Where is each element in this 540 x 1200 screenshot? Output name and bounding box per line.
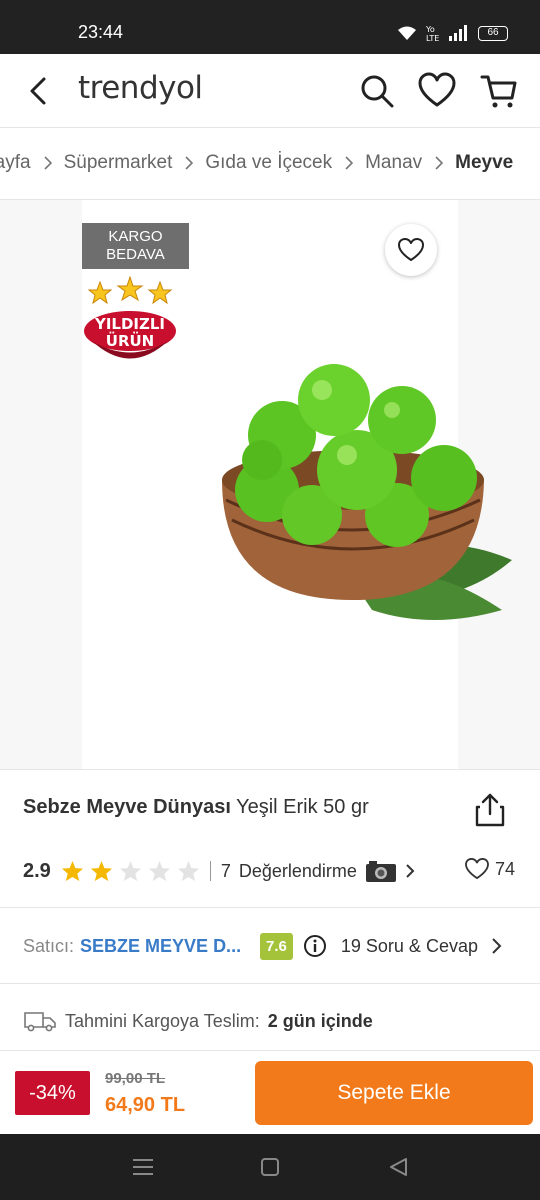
back-arrow-icon[interactable] xyxy=(22,74,56,108)
breadcrumb-item-manav[interactable]: Manav xyxy=(365,152,422,174)
add-to-favorites-button[interactable] xyxy=(385,224,437,276)
chevron-right-icon xyxy=(406,864,415,878)
breadcrumb: Sayfa Süpermarket Gıda ve İçecek Manav M… xyxy=(0,128,540,200)
divider xyxy=(0,907,540,908)
info-icon[interactable] xyxy=(303,934,327,958)
star-empty-icon xyxy=(119,860,141,882)
seller-score-badge: 7.6 xyxy=(260,932,293,960)
trendyol-logo[interactable]: trendyol xyxy=(78,70,203,106)
wifi-icon xyxy=(398,26,416,40)
divider xyxy=(209,861,211,881)
starred-product-badge: YILDIZLI ÜRÜN xyxy=(84,276,176,359)
breadcrumb-item-supermarket[interactable]: Süpermarket xyxy=(64,152,173,174)
breadcrumb-item-meyve[interactable]: Meyve xyxy=(455,152,513,174)
star-filled-icon xyxy=(61,860,83,882)
chevron-right-icon xyxy=(435,156,444,170)
status-icons: Yo LTE 66 xyxy=(396,24,508,42)
heart-outline-icon xyxy=(465,858,489,880)
status-time: 23:44 xyxy=(78,22,124,42)
menu-icon[interactable] xyxy=(130,1154,156,1180)
review-label: Değerlendirme xyxy=(238,860,357,881)
delivery-row: Tahmini Kargoya Teslim: 2 gün içinde xyxy=(23,1006,523,1036)
questions-answers-link[interactable]: 19 Soru & Cevap xyxy=(341,936,478,957)
cart-icon[interactable] xyxy=(480,72,518,110)
favorite-count[interactable]: 74 xyxy=(465,858,515,880)
old-price: 99,00 TL xyxy=(105,1070,166,1087)
svg-text:LTE: LTE xyxy=(426,34,439,42)
seller-label: Satıcı: xyxy=(23,935,75,956)
favorite-count-value: 74 xyxy=(495,858,516,879)
favorites-heart-icon[interactable] xyxy=(418,72,456,110)
free-shipping-badge: KARGO BEDAVA xyxy=(82,223,189,269)
discount-badge: -34% xyxy=(15,1071,90,1115)
svg-text:Yo: Yo xyxy=(426,25,435,34)
breadcrumb-item-home[interactable]: Sayfa xyxy=(0,152,31,174)
rating-stars xyxy=(61,860,200,882)
heart-icon xyxy=(398,238,424,261)
search-icon[interactable] xyxy=(358,72,396,110)
divider xyxy=(0,983,540,984)
rating-row[interactable]: 2.9 7 Değerlendirme xyxy=(23,854,523,888)
app-bar: trendyol xyxy=(0,54,540,128)
breadcrumb-item-food[interactable]: Gıda ve İçecek xyxy=(205,152,332,174)
star-empty-icon xyxy=(177,860,199,882)
svg-text:ÜRÜN: ÜRÜN xyxy=(106,331,154,350)
seller-name[interactable]: SEBZE MEYVE D... xyxy=(80,936,250,957)
product-gallery[interactable]: KARGO BEDAVA YILDIZLI ÜRÜN xyxy=(0,200,540,770)
star-filled-icon xyxy=(90,860,112,882)
chevron-right-icon xyxy=(345,156,354,170)
truck-icon xyxy=(24,1012,56,1032)
system-nav-bar xyxy=(0,1134,540,1200)
add-to-cart-button[interactable]: Sepete Ekle xyxy=(255,1061,533,1125)
product-brand[interactable]: Sebze Meyve Dünyası xyxy=(23,796,231,818)
current-price: 64,90 TL xyxy=(105,1094,186,1116)
camera-icon xyxy=(365,861,396,882)
home-icon[interactable] xyxy=(257,1154,283,1180)
free-shipping-line2: BEDAVA xyxy=(106,246,165,263)
back-icon[interactable] xyxy=(386,1154,412,1180)
chevron-right-icon xyxy=(44,156,52,170)
chevron-right-icon xyxy=(492,938,502,954)
product-name: Yeşil Erik 50 gr xyxy=(236,796,369,818)
review-count: 7 xyxy=(220,860,231,881)
star-empty-icon xyxy=(148,860,170,882)
share-icon[interactable] xyxy=(474,792,506,828)
chevron-right-icon xyxy=(185,156,194,170)
status-bar: 23:44 Yo LTE 66 xyxy=(0,0,540,54)
svg-text:YILDIZLI: YILDIZLI xyxy=(94,315,165,333)
volte-icon: YoLTE xyxy=(426,25,439,42)
rating-score: 2.9 xyxy=(23,859,51,882)
signal-icon xyxy=(449,25,467,41)
free-shipping-line1: KARGO xyxy=(108,228,163,245)
delivery-value: 2 gün içinde xyxy=(267,1010,373,1031)
seller-row[interactable]: Satıcı: SEBZE MEYVE D... 7.6 19 Soru & C… xyxy=(23,930,523,962)
plum-bowl-image xyxy=(222,364,512,620)
battery-icon: 66 xyxy=(478,25,508,41)
product-title: Sebze Meyve Dünyası Yeşil Erik 50 gr xyxy=(23,796,453,819)
buy-bar: -34% 99,00 TL 64,90 TL Sepete Ekle xyxy=(0,1050,540,1134)
delivery-label: Tahmini Kargoya Teslim: xyxy=(65,1010,260,1031)
